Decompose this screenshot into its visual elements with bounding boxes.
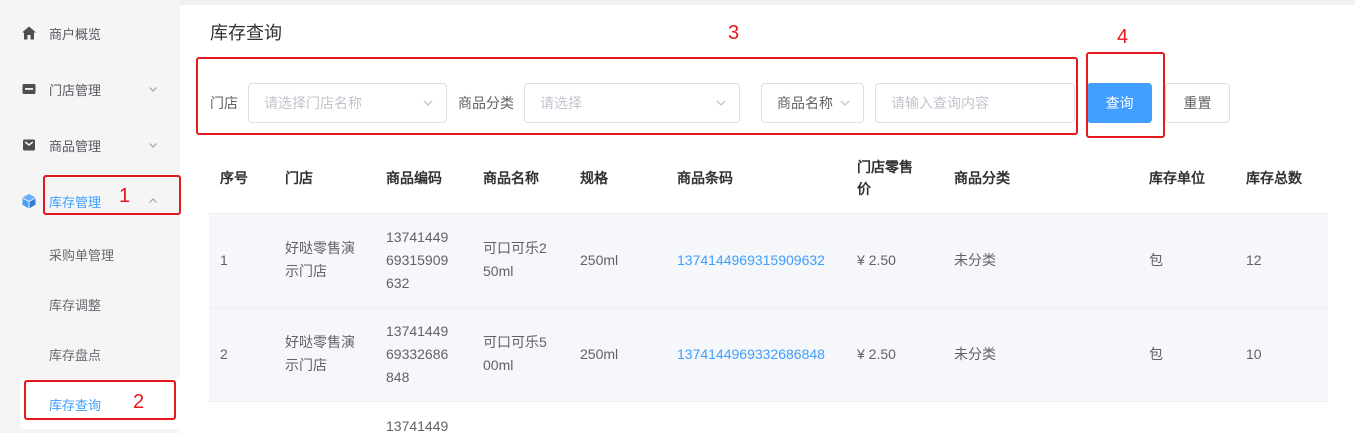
cell-product-code: 1374144969315909632 [375, 213, 472, 308]
submenu-item-label: 库存查询 [49, 397, 102, 413]
cell-store: 好哒零售演示门店 [274, 307, 375, 402]
column-header-stock-total: 库存总数 [1235, 143, 1328, 214]
cell-category: 未分类 [943, 213, 1138, 308]
cell-index: 1 [209, 213, 274, 308]
cell-product-code: 13741449 [386, 417, 449, 433]
category-select[interactable] [524, 83, 740, 123]
sidebar-item-label: 商品管理 [49, 138, 102, 154]
cell-stock-total [1235, 401, 1328, 433]
column-header-product-name: 商品名称 [472, 143, 569, 214]
submenu-item-purchase-orders[interactable]: 采购单管理 [0, 229, 180, 279]
inventory-table-container: 序号 门店 商品编码 商品名称 规格 商品条码 门店零售价 商品分类 库存单位 … [209, 143, 1328, 433]
goods-icon [21, 137, 37, 153]
cell-spec: 250ml [569, 307, 666, 402]
column-header-barcode: 商品条码 [666, 143, 846, 214]
cell-store: 好哒零售演示门店 [274, 213, 375, 308]
cell-spec [569, 401, 666, 433]
table-row: 2 好哒零售演示门店 1374144969332686848 可口可乐500ml… [209, 307, 1328, 402]
cell-product-name: 可口可乐250ml [472, 213, 569, 308]
table-row: 13741449 [209, 401, 1328, 433]
sidebar-item-merchant-overview[interactable]: 商户概览 [0, 5, 180, 61]
category-filter-label: 商品分类 [458, 95, 514, 111]
chevron-down-icon[interactable] [148, 84, 158, 94]
chevron-down-icon [715, 97, 727, 109]
cell-unit: 包 [1138, 213, 1235, 308]
annotation-number-3: 3 [728, 22, 740, 44]
sidebar-item-label: 库存管理 [49, 194, 102, 210]
cell-product-name: 可口可乐500ml [472, 307, 569, 402]
sidebar-item-goods-management[interactable]: 商品管理 [0, 117, 180, 173]
search-field-select[interactable]: 商品名称 [761, 83, 864, 123]
store-icon [21, 81, 37, 97]
page-title: 库存查询 [210, 23, 282, 43]
cell-retail-price: ¥ 2.50 [846, 307, 943, 402]
column-header-spec: 规格 [569, 143, 666, 214]
cell-unit [1138, 401, 1235, 433]
search-button[interactable]: 查询 [1087, 83, 1152, 123]
sidebar-item-store-management[interactable]: 门店管理 [0, 61, 180, 117]
store-select-input[interactable] [249, 84, 446, 122]
sidebar: 商户概览 门店管理 商品管理 库存管理 采购单管理 库存调整 库存盘点 库存查询 [0, 0, 180, 433]
cell-retail-price [846, 401, 943, 433]
submenu-item-inventory-adjustment[interactable]: 库存调整 [0, 279, 180, 329]
cell-index [209, 401, 274, 433]
sidebar-item-label: 门店管理 [49, 82, 102, 98]
chevron-down-icon [422, 97, 434, 109]
column-header-unit: 库存单位 [1138, 143, 1235, 214]
submenu-item-stocktaking[interactable]: 库存盘点 [0, 329, 180, 379]
chevron-down-icon[interactable] [148, 140, 158, 150]
cell-stock-total: 10 [1235, 307, 1328, 402]
cell-index: 2 [209, 307, 274, 402]
sidebar-item-inventory-management[interactable]: 库存管理 [0, 173, 180, 229]
store-select[interactable] [248, 83, 447, 123]
table-row: 1 好哒零售演示门店 1374144969315909632 可口可乐250ml… [209, 213, 1328, 308]
cell-category: 未分类 [943, 307, 1138, 402]
category-select-input[interactable] [525, 84, 739, 122]
cell-category [943, 401, 1138, 433]
store-filter-label: 门店 [210, 95, 238, 111]
home-icon [21, 25, 37, 41]
column-header-store: 门店 [274, 143, 375, 214]
barcode-link[interactable]: 1374144969315909632 [677, 252, 825, 268]
reset-button[interactable]: 重置 [1165, 83, 1230, 123]
cell-product-code: 1374144969332686848 [375, 307, 472, 402]
cell-store [274, 401, 375, 433]
sidebar-item-label: 商户概览 [49, 26, 102, 42]
chevron-down-icon [839, 97, 851, 109]
submenu-item-label: 采购单管理 [49, 247, 115, 263]
submenu-item-inventory-query[interactable]: 库存查询 [20, 379, 180, 429]
chevron-up-icon[interactable] [148, 196, 158, 206]
column-header-index: 序号 [209, 143, 274, 214]
cell-barcode: 1374144969315909632 [666, 213, 846, 308]
cell-spec: 250ml [569, 213, 666, 308]
submenu-item-label: 库存盘点 [49, 347, 102, 363]
submenu-item-label: 库存调整 [49, 297, 102, 313]
barcode-link[interactable]: 1374144969332686848 [677, 346, 825, 362]
cell-product-name [472, 401, 569, 433]
column-header-product-code: 商品编码 [375, 143, 472, 214]
keyword-input-wrapper [875, 83, 1075, 123]
keyword-input[interactable] [876, 84, 1074, 122]
annotation-number-4: 4 [1117, 26, 1129, 48]
cell-retail-price: ¥ 2.50 [846, 213, 943, 308]
inventory-table: 序号 门店 商品编码 商品名称 规格 商品条码 门店零售价 商品分类 库存单位 … [209, 143, 1328, 433]
header-shadow [180, 0, 1355, 5]
cell-barcode [666, 401, 846, 433]
column-header-retail-price: 门店零售价 [846, 143, 943, 214]
inventory-cube-icon [21, 193, 37, 209]
column-header-category: 商品分类 [943, 143, 1138, 214]
cell-barcode: 1374144969332686848 [666, 307, 846, 402]
cell-unit: 包 [1138, 307, 1235, 402]
cell-stock-total: 12 [1235, 213, 1328, 308]
table-header-row: 序号 门店 商品编码 商品名称 规格 商品条码 门店零售价 商品分类 库存单位 … [209, 143, 1328, 214]
